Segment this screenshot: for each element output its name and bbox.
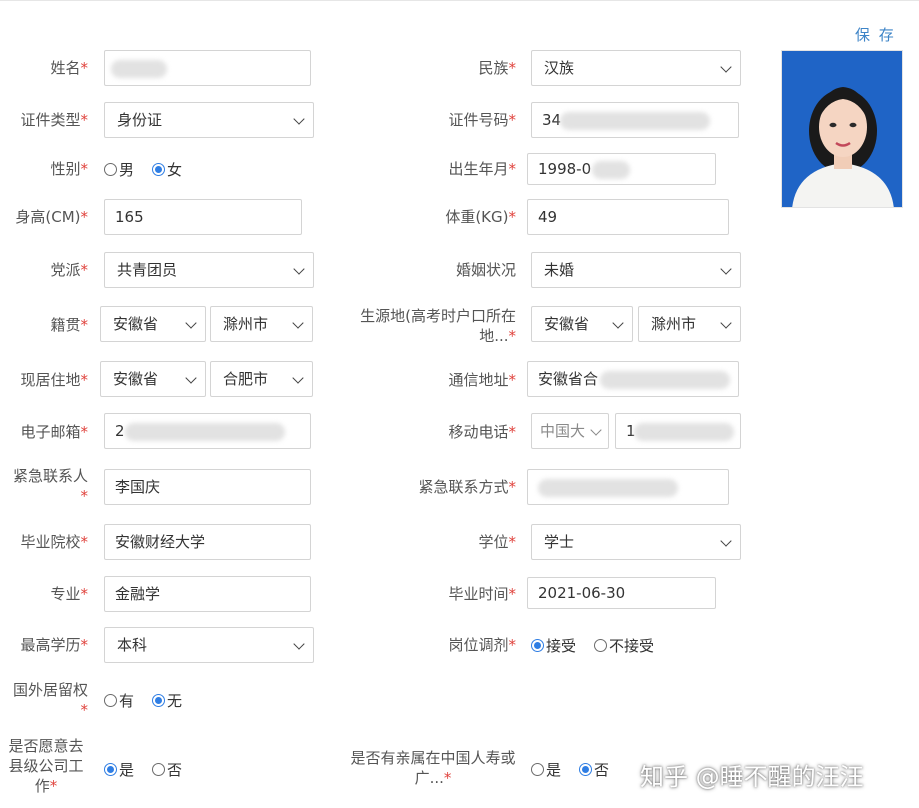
radio-circle [104, 163, 117, 176]
school-label: 毕业院校* [20, 533, 88, 551]
birth-label: 出生年月* [448, 160, 516, 178]
chevron-down-icon [293, 113, 305, 125]
county-yes-radio[interactable]: 是 [104, 759, 134, 780]
marital-label: 婚姻状况 [455, 261, 516, 279]
watermark: 知乎 @睡不醒的汪汪 [640, 763, 864, 791]
radio-circle [531, 639, 544, 652]
radio-circle [152, 163, 165, 176]
education-select[interactable]: 本科 [104, 627, 314, 663]
mobile-label: 移动电话* [448, 423, 516, 441]
height-label: 身高(CM)* [15, 208, 88, 226]
education-label: 最高学历* [20, 636, 88, 654]
birth-input[interactable]: 1998-0 [527, 153, 716, 185]
major-input[interactable]: 金融学 [104, 576, 311, 612]
chevron-down-icon [185, 372, 197, 384]
county-work-label: 是否愿意去县级公司工作* [8, 737, 84, 795]
gender-label: 性别* [50, 160, 88, 178]
residence-city-select[interactable]: 合肥市 [210, 361, 313, 397]
redacted-mask [634, 423, 734, 441]
address-input[interactable]: 安徽省合 [527, 361, 739, 397]
adjust-decline-radio[interactable]: 不接受 [594, 635, 654, 656]
foreign-yes-radio[interactable]: 有 [104, 690, 134, 711]
id-type-select[interactable]: 身份证 [104, 102, 314, 138]
chevron-down-icon [720, 317, 732, 329]
address-label: 通信地址* [448, 371, 516, 389]
degree-select[interactable]: 学士 [531, 524, 741, 560]
radio-circle [152, 694, 165, 707]
foreign-no-radio[interactable]: 无 [152, 690, 182, 711]
radio-circle [579, 763, 592, 776]
radio-circle [104, 763, 117, 776]
chevron-down-icon [185, 317, 197, 329]
redacted-mask [125, 423, 285, 441]
name-input[interactable] [104, 50, 311, 86]
relatives-no-radio[interactable]: 否 [579, 759, 609, 780]
id-number-label: 证件号码* [448, 111, 516, 129]
chevron-down-icon [720, 535, 732, 547]
ethnicity-label: 民族* [478, 59, 516, 77]
id-type-label: 证件类型* [20, 111, 88, 129]
radio-circle [152, 763, 165, 776]
radio-circle [594, 639, 607, 652]
chevron-down-icon [590, 424, 602, 436]
redacted-mask [111, 60, 167, 78]
grad-date-label: 毕业时间* [448, 585, 516, 603]
chevron-down-icon [292, 372, 304, 384]
country-code-select[interactable]: 中国大 [531, 413, 609, 449]
weight-input[interactable]: 49 [527, 199, 729, 235]
redacted-mask [592, 161, 630, 179]
grad-date-input[interactable]: 2021-06-30 [527, 577, 716, 609]
emergency-phone-label: 紧急联系方式* [418, 478, 516, 496]
relatives-yes-radio[interactable]: 是 [531, 759, 561, 780]
marital-select[interactable]: 未婚 [531, 252, 741, 288]
height-input[interactable]: 165 [104, 199, 302, 235]
chevron-down-icon [293, 638, 305, 650]
mobile-input[interactable]: 1 [615, 413, 741, 449]
emergency-contact-input[interactable]: 李国庆 [104, 469, 311, 505]
native-place-label: 籍贯* [50, 316, 88, 334]
gender-male-radio[interactable]: 男 [104, 159, 134, 180]
native-city-select[interactable]: 滁州市 [210, 306, 313, 342]
school-input[interactable]: 安徽财经大学 [104, 524, 311, 560]
chevron-down-icon [720, 263, 732, 275]
email-label: 电子邮箱* [20, 423, 88, 441]
residence-label: 现居住地* [20, 371, 88, 389]
redacted-mask [600, 371, 730, 389]
native-province-select[interactable]: 安徽省 [100, 306, 206, 342]
emergency-phone-input[interactable] [527, 469, 729, 505]
major-label: 专业* [50, 585, 88, 603]
id-photo [781, 50, 903, 208]
radio-circle [531, 763, 544, 776]
residence-province-select[interactable]: 安徽省 [100, 361, 206, 397]
redacted-mask [560, 112, 710, 130]
top-divider [0, 0, 919, 1]
chevron-down-icon [293, 263, 305, 275]
origin-city-select[interactable]: 滁州市 [638, 306, 741, 342]
adjust-accept-radio[interactable]: 接受 [531, 635, 576, 656]
gender-female-radio[interactable]: 女 [152, 159, 182, 180]
redacted-mask [538, 479, 678, 497]
chevron-down-icon [612, 317, 624, 329]
id-number-input[interactable]: 34 [531, 102, 739, 138]
chevron-down-icon [292, 317, 304, 329]
name-label: 姓名* [50, 59, 88, 77]
origin-province-select[interactable]: 安徽省 [531, 306, 633, 342]
party-select[interactable]: 共青团员 [104, 252, 314, 288]
party-label: 党派* [50, 261, 88, 279]
degree-label: 学位* [478, 533, 516, 551]
emergency-contact-label: 紧急联系人 * [12, 467, 88, 505]
chevron-down-icon [720, 61, 732, 73]
email-input[interactable]: 2 [104, 413, 311, 449]
adjust-label: 岗位调剂* [448, 636, 516, 654]
portrait-image [782, 51, 902, 207]
foreign-residence-label: 国外居留权 * [12, 681, 88, 719]
weight-label: 体重(KG)* [445, 208, 516, 226]
county-no-radio[interactable]: 否 [152, 759, 182, 780]
relatives-label: 是否有亲属在中国人寿或广...* [350, 749, 516, 787]
ethnicity-select[interactable]: 汉族 [531, 50, 741, 86]
origin-label: 生源地(高考时户口所在地...* [360, 307, 516, 345]
save-button[interactable]: 保 存 [855, 24, 896, 45]
radio-circle [104, 694, 117, 707]
